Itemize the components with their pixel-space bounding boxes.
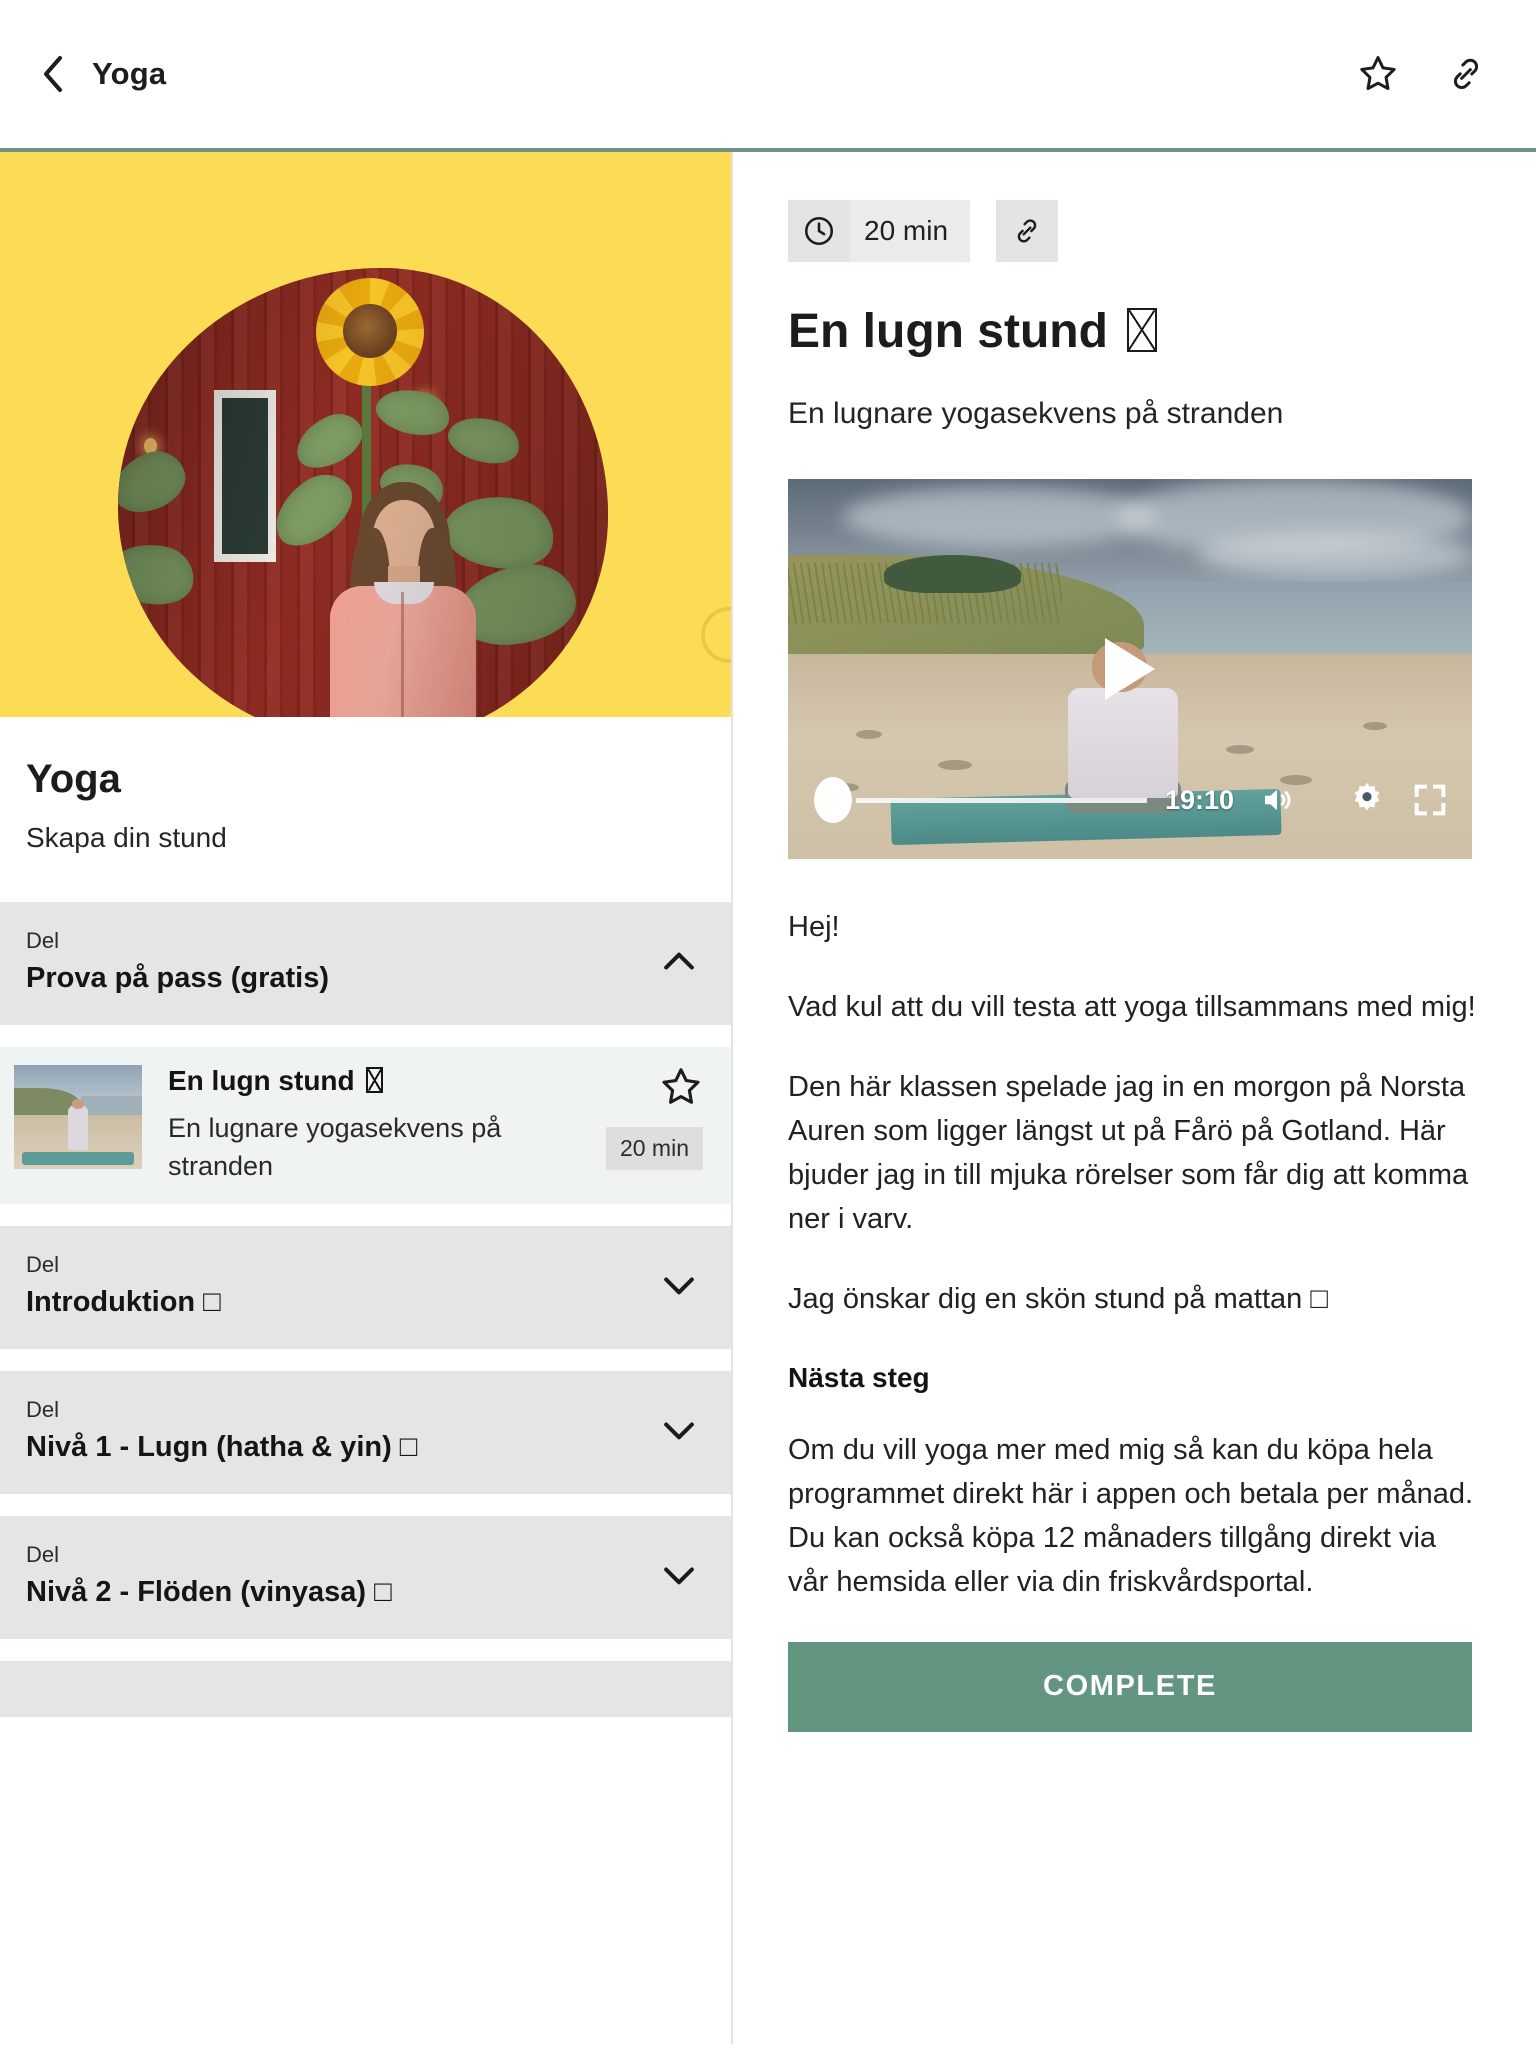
content-layout: Yoga Skapa din stund Del Prova på pass (…: [0, 152, 1536, 2044]
course-subtitle: Skapa din stund: [26, 822, 227, 853]
clock-icon-wrap: [788, 200, 850, 262]
section-header-next-partial[interactable]: [0, 1660, 731, 1717]
fullscreen-icon: [1414, 784, 1446, 816]
section-kicker: Del: [26, 1541, 60, 1567]
sand-speck: [1362, 722, 1387, 731]
section-texts: Del Prova på pass (gratis): [26, 928, 657, 995]
clock-icon: [804, 216, 834, 246]
section-header-introduktion[interactable]: Del Introduktion □: [0, 1225, 731, 1349]
section-texts: Del Nivå 2 - Flöden (vinyasa) □: [26, 1542, 657, 1609]
emoji-placeholder-icon: [365, 1067, 384, 1093]
course-title: Yoga: [26, 757, 121, 801]
volume-button[interactable]: [1256, 782, 1298, 818]
back-button[interactable]: [36, 56, 70, 92]
copy-link-button[interactable]: [996, 200, 1059, 262]
star-outline-icon: [1360, 56, 1396, 91]
lesson-title: En lugn stund: [168, 1065, 588, 1097]
video-player[interactable]: 19:10: [788, 479, 1472, 859]
page-title: Yoga: [92, 56, 167, 91]
progress-bar[interactable]: [856, 797, 1147, 803]
section-name: Prova på pass (gratis): [26, 962, 329, 994]
section-kicker: Del: [26, 1251, 60, 1277]
section-list: Del Prova på pass (gratis) En lugn stund…: [0, 902, 731, 1717]
video-settings-button[interactable]: [1346, 779, 1388, 821]
body-paragraph-1: Hej!: [788, 911, 840, 943]
course-hero-banner: [0, 152, 731, 717]
sand-speck: [856, 729, 883, 739]
lesson-row-en-lugn-stund[interactable]: En lugn stund En lugnare yogasekvens på …: [0, 1047, 731, 1204]
lesson-body-copy: Hej! Vad kul att du vill testa att yoga …: [788, 905, 1476, 1322]
lesson-duration-badge: 20 min: [605, 1127, 703, 1170]
section-texts: Del Introduktion □: [26, 1252, 657, 1319]
lesson-text-block: En lugn stund En lugnare yogasekvens på …: [168, 1065, 588, 1186]
duration-text: 20 min: [864, 215, 949, 246]
thumb-person-head: [71, 1099, 85, 1109]
section-name: Nivå 2 - Flöden (vinyasa) □: [26, 1575, 392, 1608]
section-kicker: Del: [26, 928, 60, 953]
lesson-detail-panel: 20 min En lugn stund En lugnare yogasekv…: [733, 152, 1536, 2044]
thumb-yoga-mat: [21, 1152, 135, 1165]
play-icon[interactable]: [1105, 638, 1155, 700]
gear-icon: [1354, 782, 1380, 811]
next-steps-heading: Nästa steg: [788, 1361, 930, 1393]
section-header-niva-1[interactable]: Del Nivå 1 - Lugn (hatha & yin) □: [0, 1370, 731, 1494]
next-steps-body: Om du vill yoga mer med mig så kan du kö…: [788, 1433, 1474, 1598]
lesson-title-text: En lugn stund: [168, 1065, 355, 1096]
instructor-photo: [118, 268, 608, 717]
course-heading-block: Yoga Skapa din stund: [0, 717, 731, 854]
lesson-detail-subtitle: En lugnare yogasekvens på stranden: [788, 397, 1284, 430]
cloud: [1198, 532, 1472, 578]
chevron-down-icon[interactable]: [657, 1263, 701, 1307]
lesson-detail-title: En lugn stund: [788, 304, 1476, 359]
progress-scrubber-handle[interactable]: [814, 777, 852, 823]
complete-button[interactable]: COMPLETE: [788, 1641, 1472, 1732]
chevron-up-icon[interactable]: [657, 940, 701, 984]
sand-speck: [1225, 745, 1254, 754]
course-sidebar: Yoga Skapa din stund Del Prova på pass (…: [0, 152, 731, 2044]
app-header: Yoga: [0, 0, 1536, 152]
lesson-meta-row: 20 min: [788, 200, 1476, 262]
decorative-circle: [701, 607, 731, 663]
section-header-niva-2[interactable]: Del Nivå 2 - Flöden (vinyasa) □: [0, 1515, 731, 1639]
chevron-left-icon: [44, 56, 62, 92]
body-paragraph-3: Den här klassen spelade jag in en morgon…: [788, 1071, 1469, 1236]
link-icon: [1453, 58, 1479, 89]
section-kicker: Del: [26, 1396, 60, 1422]
lesson-detail-title-text: En lugn stund: [788, 305, 1108, 358]
lesson-thumbnail: [14, 1065, 142, 1169]
lesson-description: En lugnare yogasekvens på stranden: [168, 1113, 502, 1182]
cloud: [842, 486, 1158, 548]
photo-shading: [118, 268, 608, 717]
chevron-down-icon[interactable]: [657, 1408, 701, 1452]
emoji-placeholder-icon: [1127, 307, 1157, 352]
favorite-button[interactable]: [1352, 48, 1404, 100]
section-name: Introduktion □: [26, 1285, 221, 1318]
section-texts: Del Nivå 1 - Lugn (hatha & yin) □: [26, 1397, 657, 1464]
chevron-down-icon[interactable]: [657, 1553, 701, 1597]
share-link-button[interactable]: [1440, 48, 1492, 100]
fullscreen-button[interactable]: [1410, 780, 1450, 820]
video-time-remaining: 19:10: [1164, 784, 1234, 815]
link-icon: [1017, 219, 1037, 243]
video-bush: [883, 555, 1021, 593]
section-header-prova-pa-pass[interactable]: Del Prova på pass (gratis): [0, 902, 731, 1025]
video-controls: 19:10: [788, 777, 1472, 823]
body-paragraph-2: Vad kul att du vill testa att yoga tills…: [788, 991, 1476, 1024]
volume-icon: [1265, 789, 1291, 811]
body-paragraph-4: Jag önskar dig en skön stund på mattan □: [788, 1283, 1328, 1316]
lesson-actions: 20 min: [605, 1065, 703, 1170]
section-name: Nivå 1 - Lugn (hatha & yin) □: [26, 1430, 418, 1463]
duration-pill: 20 min: [788, 200, 971, 262]
thumb-person: [67, 1104, 89, 1151]
star-outline-icon[interactable]: [659, 1065, 703, 1109]
